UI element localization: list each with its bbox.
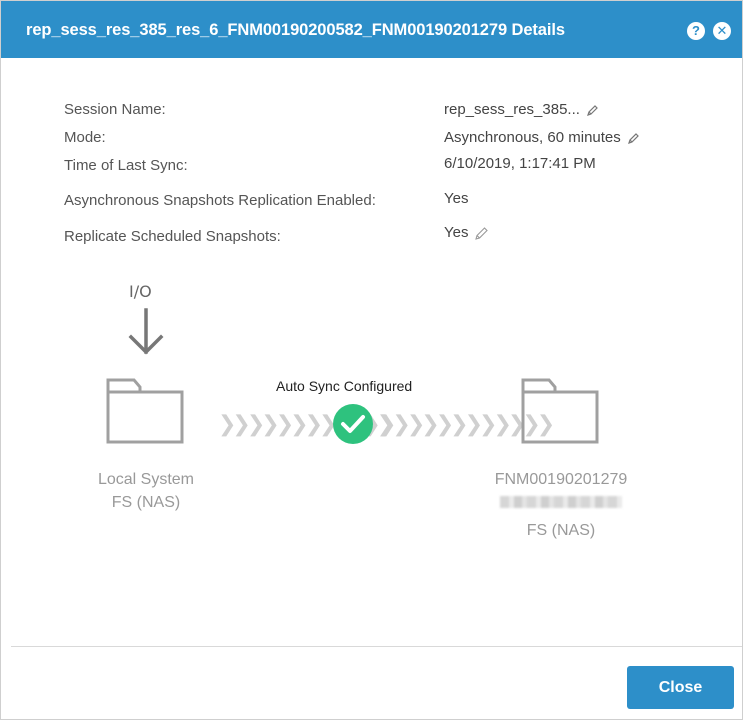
sync-status-label: Auto Sync Configured: [276, 378, 413, 394]
folder-icon: [521, 378, 599, 449]
close-button[interactable]: Close: [627, 666, 734, 709]
close-x-icon[interactable]: ✕: [713, 22, 731, 40]
scheduled-snapshots-label: Replicate Scheduled Snapshots:: [64, 228, 281, 245]
session-name-value: rep_sess_res_385...: [444, 101, 599, 118]
async-snapshots-label: Asynchronous Snapshots Replication Enabl…: [64, 192, 376, 209]
last-sync-value: 6/10/2019, 1:17:41 PM: [444, 155, 596, 172]
folder-icon: [106, 378, 184, 449]
async-snapshots-value: Yes: [444, 190, 469, 207]
local-system-caption: Local System FS (NAS): [61, 468, 231, 514]
dialog-title: rep_sess_res_385_res_6_FNM00190200582_FN…: [26, 21, 565, 39]
check-circle-icon: [332, 403, 374, 450]
dialog-titlebar: rep_sess_res_385_res_6_FNM00190200582_FN…: [1, 1, 742, 58]
pencil-edit-icon[interactable]: [627, 132, 640, 145]
remote-fs-type: FS (NAS): [526, 522, 596, 539]
scheduled-snapshots-value: Yes: [444, 224, 489, 241]
session-name-label: Session Name:: [64, 101, 166, 118]
footer-divider: [11, 646, 742, 647]
io-label: I/O: [129, 282, 152, 301]
mode-label: Mode:: [64, 129, 106, 146]
local-system-name: Local System: [97, 471, 195, 488]
redacted-address: [476, 491, 646, 519]
remote-system-name: FNM00190201279: [494, 471, 628, 488]
pencil-edit-icon[interactable]: [586, 104, 599, 117]
replication-details-dialog: rep_sess_res_385_res_6_FNM00190200582_FN…: [0, 0, 743, 720]
help-icon[interactable]: ?: [687, 22, 705, 40]
mode-value: Asynchronous, 60 minutes: [444, 129, 640, 146]
pencil-edit-icon[interactable]: [474, 226, 489, 241]
remote-system-caption: FNM00190201279 FS (NAS): [476, 468, 646, 542]
arrow-down-icon: [126, 308, 166, 363]
last-sync-label: Time of Last Sync:: [64, 157, 188, 174]
local-fs-type: FS (NAS): [111, 494, 181, 511]
